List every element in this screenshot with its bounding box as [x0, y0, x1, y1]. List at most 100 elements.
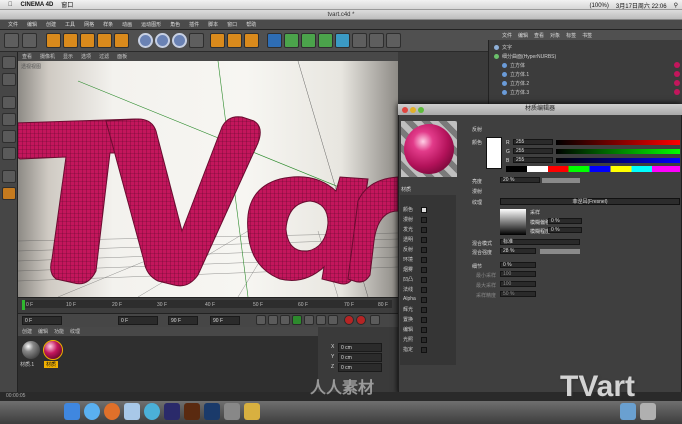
- timeline-playhead[interactable]: [22, 300, 25, 310]
- om-menu-bookmarks[interactable]: 书签: [582, 32, 592, 39]
- coord-system-icon[interactable]: [189, 33, 204, 48]
- y-axis-icon[interactable]: [155, 33, 170, 48]
- c4d-menu-mograph[interactable]: 运动图形: [141, 21, 161, 28]
- trash-icon[interactable]: [640, 403, 656, 420]
- channel-checkbox[interactable]: [421, 297, 427, 303]
- polygons-mode-icon[interactable]: [2, 130, 16, 143]
- menu-window[interactable]: 窗口: [61, 0, 73, 9]
- b-field[interactable]: 255: [513, 157, 553, 163]
- end-frame-field[interactable]: 90 F: [168, 316, 198, 325]
- spline-pen-icon[interactable]: [284, 33, 299, 48]
- play-button[interactable]: [292, 315, 302, 325]
- c4d-menu-character[interactable]: 角色: [170, 21, 180, 28]
- blur-offset-field[interactable]: 0 %: [548, 218, 582, 224]
- channel-item-label[interactable]: 发光: [403, 226, 413, 233]
- coord-x-field[interactable]: 0 cm: [338, 343, 382, 352]
- channel-item-label[interactable]: 凹凸: [403, 276, 413, 283]
- autokey-button[interactable]: [356, 315, 366, 325]
- channel-checkbox[interactable]: [421, 207, 427, 213]
- c4d-menu-window[interactable]: 窗口: [227, 21, 237, 28]
- perspective-viewport[interactable]: 透视视图: [18, 61, 398, 297]
- brightness-slider[interactable]: [542, 178, 580, 183]
- mix-mode-select[interactable]: 标准: [500, 239, 580, 245]
- om-menu-file[interactable]: 文件: [502, 32, 512, 39]
- g-field[interactable]: 255: [513, 148, 553, 154]
- mm-menu-create[interactable]: 创建: [22, 328, 32, 335]
- channel-item-label[interactable]: 指定: [403, 346, 413, 353]
- c4d-menu-file[interactable]: 文件: [8, 21, 18, 28]
- channel-checkbox[interactable]: [421, 337, 427, 343]
- c4d-menu-create[interactable]: 创建: [46, 21, 56, 28]
- material-swatch-2[interactable]: [43, 340, 63, 360]
- menu-app-name[interactable]: CINEMA 4D: [21, 2, 54, 8]
- next-frame-button[interactable]: [304, 315, 314, 325]
- c4d-menu-animate[interactable]: 动画: [122, 21, 132, 28]
- redo-button[interactable]: [22, 33, 37, 48]
- firefox-icon[interactable]: [104, 403, 120, 420]
- channel-checkbox[interactable]: [421, 317, 427, 323]
- channel-checkbox[interactable]: [421, 327, 427, 333]
- floor-icon[interactable]: [352, 33, 367, 48]
- minimize-icon[interactable]: [410, 107, 416, 113]
- material-tag-icon[interactable]: [674, 80, 680, 86]
- channel-item-label[interactable]: 反射: [403, 246, 413, 253]
- texture-mode-icon[interactable]: [2, 73, 16, 86]
- c4d-menu-spline[interactable]: 样条: [103, 21, 113, 28]
- material-tag-icon[interactable]: [674, 71, 680, 77]
- select-tool-icon[interactable]: [46, 33, 61, 48]
- zoom-icon[interactable]: [418, 107, 424, 113]
- preview-end-field[interactable]: 90 F: [210, 316, 240, 325]
- channel-item-label[interactable]: 环境: [403, 256, 413, 263]
- close-icon[interactable]: [402, 107, 408, 113]
- camera-icon[interactable]: [369, 33, 384, 48]
- mix-strength-field[interactable]: 28 %: [500, 248, 536, 254]
- next-key-button[interactable]: [316, 315, 326, 325]
- object-row[interactable]: 细分曲面(HyperNURBS): [494, 52, 680, 60]
- r-slider[interactable]: [556, 140, 680, 145]
- folder-icon[interactable]: [620, 403, 636, 420]
- channel-checkbox[interactable]: [421, 287, 427, 293]
- object-row[interactable]: 立方体.3: [494, 88, 680, 96]
- shader-preview[interactable]: [500, 209, 526, 235]
- edges-mode-icon[interactable]: [2, 113, 16, 126]
- scale-tool-icon[interactable]: [80, 33, 95, 48]
- channel-checkbox[interactable]: [421, 347, 427, 353]
- channel-item-label[interactable]: 透明: [403, 236, 413, 243]
- coord-z-field[interactable]: 0 cm: [338, 363, 382, 372]
- undo-button[interactable]: [4, 33, 19, 48]
- channel-item-label[interactable]: 法线: [403, 286, 413, 293]
- mm-menu-edit[interactable]: 编辑: [38, 328, 48, 335]
- channel-checkbox[interactable]: [421, 237, 427, 243]
- channel-checkbox[interactable]: [421, 267, 427, 273]
- b-slider[interactable]: [556, 158, 680, 163]
- om-menu-tags[interactable]: 标签: [566, 32, 576, 39]
- subdivision-icon[interactable]: [301, 33, 316, 48]
- render-picture-viewer-icon[interactable]: [227, 33, 242, 48]
- points-mode-icon[interactable]: [2, 96, 16, 109]
- material-tag-icon[interactable]: [674, 89, 680, 95]
- max-samples-field[interactable]: 100: [500, 281, 536, 287]
- channel-item-label[interactable]: 漫射: [403, 216, 413, 223]
- model-mode-icon[interactable]: [2, 56, 16, 69]
- prev-frame-button[interactable]: [280, 315, 290, 325]
- channel-item-label[interactable]: 辉光: [403, 306, 413, 313]
- channel-item-label[interactable]: 烟雾: [403, 266, 413, 273]
- photos-icon[interactable]: [244, 403, 260, 420]
- material-tag-icon[interactable]: [674, 62, 680, 68]
- c4d-menu-edit[interactable]: 编辑: [27, 21, 37, 28]
- blur-scale-field[interactable]: 0 %: [548, 227, 582, 233]
- material-name-field[interactable]: 材质: [401, 186, 411, 193]
- channel-checkbox[interactable]: [421, 277, 427, 283]
- finder-icon[interactable]: [64, 403, 80, 420]
- channel-checkbox[interactable]: [421, 247, 427, 253]
- channel-checkbox[interactable]: [421, 217, 427, 223]
- color-swatch[interactable]: [486, 137, 502, 169]
- move-tool-icon[interactable]: [63, 33, 78, 48]
- viewport-menu-filter[interactable]: 过滤: [99, 53, 109, 60]
- mm-menu-function[interactable]: 功能: [54, 328, 64, 335]
- ps-icon[interactable]: [204, 403, 220, 420]
- workplane-icon[interactable]: [2, 187, 16, 200]
- snap-icon[interactable]: [2, 170, 16, 183]
- object-row[interactable]: 文字: [494, 43, 680, 51]
- ai-icon[interactable]: [184, 403, 200, 420]
